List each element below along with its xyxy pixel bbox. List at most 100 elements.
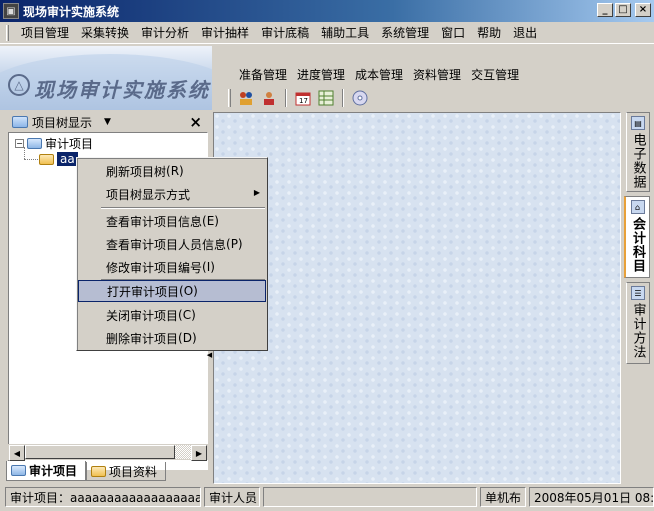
chevron-down-icon[interactable]: ▼ bbox=[104, 117, 111, 127]
menu-separator bbox=[101, 207, 265, 209]
menu-item-label: 打开审计项目 bbox=[107, 284, 180, 299]
menu-exit[interactable]: 退出 bbox=[507, 22, 543, 43]
status-mode: 单机布 bbox=[480, 487, 526, 507]
tree-node-root[interactable]: − 审计项目 bbox=[15, 135, 93, 151]
menu-item-open-project[interactable]: 打开审计项目 (O) bbox=[78, 280, 266, 302]
submenu-progress[interactable]: 进度管理 bbox=[292, 64, 350, 85]
documents-icon bbox=[91, 465, 107, 477]
menu-item-shortcut: (P) bbox=[226, 237, 243, 251]
window-title: 现场审计实施系统 bbox=[23, 4, 120, 19]
menu-item-label: 关闭审计项目 bbox=[106, 308, 179, 323]
menu-sampling[interactable]: 审计抽样 bbox=[195, 22, 255, 43]
tree-node-child[interactable]: aa bbox=[39, 151, 78, 167]
tab-audit-methods[interactable]: ☰ 审计方法 bbox=[626, 282, 650, 364]
scroll-right-icon[interactable]: ▶ bbox=[191, 445, 207, 461]
submenu-documents[interactable]: 资料管理 bbox=[408, 64, 466, 85]
tree-connector bbox=[24, 159, 38, 160]
tab-accounts[interactable]: ⌂ 会计科目 bbox=[624, 196, 650, 278]
menu-item-edit-project-number[interactable]: 修改审计项目编号 (I) bbox=[78, 256, 266, 278]
minimize-button[interactable]: _ bbox=[597, 3, 613, 17]
menu-item-view-project-info[interactable]: 查看审计项目信息 (E) bbox=[78, 210, 266, 232]
title-bar: ▣ 现场审计实施系统 _ □ × bbox=[0, 0, 654, 22]
calendar-icon[interactable]: 17 bbox=[293, 88, 313, 108]
tab-label: 项目资料 bbox=[109, 464, 158, 479]
tree-hscrollbar[interactable]: ◀ ▶ bbox=[8, 444, 208, 461]
menu-collect-convert[interactable]: 采集转换 bbox=[75, 22, 135, 43]
logo-banner: △ 现场审计实施系统 bbox=[0, 46, 212, 110]
menu-analysis[interactable]: 审计分析 bbox=[135, 22, 195, 43]
menu-item-shortcut: (C) bbox=[178, 308, 196, 322]
accounts-icon: ⌂ bbox=[630, 200, 645, 214]
submenu-interaction[interactable]: 交互管理 bbox=[466, 64, 524, 85]
menu-bar: 项目管理 采集转换 审计分析 审计抽样 审计底稿 辅助工具 系统管理 窗口 帮助… bbox=[0, 22, 654, 44]
menu-help[interactable]: 帮助 bbox=[471, 22, 507, 43]
menu-system[interactable]: 系统管理 bbox=[375, 22, 435, 43]
menu-tools[interactable]: 辅助工具 bbox=[315, 22, 375, 43]
status-project: 审计项目：aaaaaaaaaaaaaaaaaaaaa bbox=[5, 487, 201, 507]
tree-node-label: aa bbox=[57, 152, 78, 166]
menu-item-label: 刷新项目树 bbox=[106, 164, 167, 179]
window-controls: _ □ × bbox=[597, 3, 651, 17]
tab-electronic-data[interactable]: ▤ 电子数据 bbox=[626, 112, 650, 192]
status-auditor: 审计人员 bbox=[204, 487, 260, 507]
toolbar-separator bbox=[285, 89, 287, 107]
close-icon[interactable]: × bbox=[189, 113, 202, 131]
menu-item-shortcut: (O) bbox=[179, 284, 198, 298]
tab-label: 审计方法 bbox=[630, 303, 646, 359]
toolbar-grip[interactable] bbox=[228, 89, 231, 107]
main-workspace bbox=[213, 112, 621, 484]
close-button[interactable]: × bbox=[635, 3, 651, 17]
book-icon: ▤ bbox=[631, 116, 645, 130]
toolbar: 17 bbox=[228, 86, 370, 110]
menu-item-shortcut: (R) bbox=[166, 164, 184, 178]
menu-item-tree-display-mode[interactable]: 项目树显示方式 ▶ bbox=[78, 183, 266, 205]
list-icon: ☰ bbox=[631, 286, 645, 300]
submenu-cost[interactable]: 成本管理 bbox=[350, 64, 408, 85]
menu-project[interactable]: 项目管理 bbox=[15, 22, 75, 43]
scroll-thumb[interactable] bbox=[25, 445, 175, 459]
menu-item-label: 删除审计项目 bbox=[106, 331, 179, 346]
menu-item-label: 项目树显示方式 bbox=[106, 187, 191, 202]
menu-item-close-project[interactable]: 关闭审计项目 (C) bbox=[78, 304, 266, 326]
context-menu: 刷新项目树 (R) 项目树显示方式 ▶ 查看审计项目信息 (E) 查看审计项目人员信… bbox=[76, 157, 268, 351]
menu-item-view-staff-info[interactable]: 查看审计项目人员信息 (P) bbox=[78, 233, 266, 255]
tab-project-documents[interactable]: 项目资料 bbox=[86, 462, 167, 481]
svg-text:17: 17 bbox=[299, 97, 308, 105]
spreadsheet-icon[interactable] bbox=[316, 88, 336, 108]
tab-label: 会计科目 bbox=[630, 217, 645, 273]
submenu-preparation[interactable]: 准备管理 bbox=[234, 64, 292, 85]
users-icon[interactable] bbox=[259, 88, 279, 108]
disc-icon[interactable] bbox=[350, 88, 370, 108]
maximize-button[interactable]: □ bbox=[615, 3, 631, 17]
folder-open-icon bbox=[27, 137, 42, 149]
tab-label: 电子数据 bbox=[630, 133, 646, 189]
status-bar: 审计项目：aaaaaaaaaaaaaaaaaaaaa 审计人员 单机布 2008… bbox=[0, 485, 654, 511]
collapse-icon[interactable]: − bbox=[15, 138, 24, 148]
folder-icon bbox=[11, 465, 26, 476]
folder-icon bbox=[12, 116, 28, 128]
tree-node-label: 审计项目 bbox=[45, 136, 94, 151]
menu-item-label: 修改审计项目编号 bbox=[106, 260, 203, 275]
logo-emblem-icon: △ bbox=[8, 74, 30, 96]
panel-tabs: 审计项目 项目资料 bbox=[6, 461, 167, 481]
app-icon[interactable]: ▣ bbox=[3, 3, 19, 19]
submenu-arrow-icon: ▶ bbox=[253, 188, 260, 197]
menu-item-shortcut: (I) bbox=[202, 260, 215, 274]
menubar-grip[interactable] bbox=[6, 24, 9, 41]
menu-item-refresh-tree[interactable]: 刷新项目树 (R) bbox=[78, 160, 266, 182]
panel-title[interactable]: 项目树显示 bbox=[32, 114, 92, 131]
menu-window[interactable]: 窗口 bbox=[435, 22, 471, 43]
team-icon[interactable] bbox=[236, 88, 256, 108]
logo-text: 现场审计实施系统 bbox=[34, 78, 210, 102]
menu-item-label: 查看审计项目信息 bbox=[106, 214, 203, 229]
right-side-tabs: ▤ 电子数据 ⌂ 会计科目 ☰ 审计方法 bbox=[624, 112, 652, 484]
toolbar-separator bbox=[342, 89, 344, 107]
tab-label: 审计项目 bbox=[29, 464, 78, 478]
menu-item-delete-project[interactable]: 删除审计项目 (D) bbox=[78, 327, 266, 349]
scroll-left-icon[interactable]: ◀ bbox=[9, 445, 25, 461]
status-empty-panel bbox=[263, 487, 477, 507]
scroll-track[interactable] bbox=[175, 445, 191, 459]
menu-working-papers[interactable]: 审计底稿 bbox=[255, 22, 315, 43]
tab-audit-project[interactable]: 审计项目 bbox=[6, 461, 87, 481]
sub-menu-bar: 准备管理 进度管理 成本管理 资料管理 交互管理 bbox=[234, 64, 524, 85]
